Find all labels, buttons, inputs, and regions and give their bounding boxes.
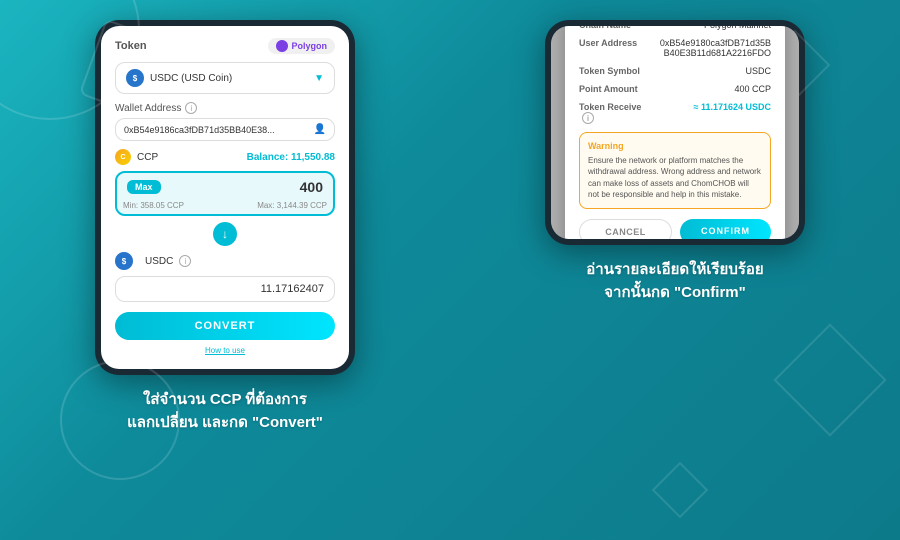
right-panel: Token Polygon $ USDC (USD Coin) ▼ — [450, 0, 900, 434]
usdc-output-box: 11.17162407 — [115, 276, 335, 302]
arrow-down-icon: ↓ — [213, 222, 237, 246]
polygon-icon — [276, 40, 288, 52]
warning-text: Ensure the network or platform matches t… — [588, 155, 762, 200]
amount-input-row: Max 400 — [117, 173, 333, 201]
chain-name-val: Polygon Mainnet — [656, 26, 771, 30]
polygon-label: Polygon — [292, 41, 328, 51]
bg-diamond-3 — [652, 462, 709, 519]
token-row: Token Polygon — [115, 38, 335, 54]
point-amount-row: Point Amount 400 CCP — [579, 84, 771, 94]
convert-button[interactable]: CONVERT — [115, 312, 335, 340]
usdc-info-icon: i — [179, 255, 191, 267]
amount-value: 400 — [171, 179, 323, 195]
token-receive-row: Token Receive i ≈ 11.171624 USDC — [579, 102, 771, 124]
left-panel: Token Polygon $ USDC (USD Coin) ▼ — [0, 0, 450, 434]
token-select-name: USDC (USD Coin) — [150, 73, 314, 84]
ccp-balance: Balance: 11,550.88 — [247, 152, 335, 163]
left-phone-mockup: Token Polygon $ USDC (USD Coin) ▼ — [95, 20, 355, 375]
main-layout: Token Polygon $ USDC (USD Coin) ▼ — [0, 0, 900, 434]
ccp-balance-row: C CCP Balance: 11,550.88 — [115, 149, 335, 165]
right-caption-text: อ่านรายละเอียดให้เรียบร้อย จากนั้นกด "Co… — [586, 259, 763, 304]
polygon-badge: Polygon — [268, 38, 336, 54]
user-address-val: 0xB54e9180ca3fDB71d35BB40E3B11d681A2216F… — [656, 38, 771, 58]
user-address-row: User Address 0xB54e9180ca3fDB71d35BB40E3… — [579, 38, 771, 58]
wallet-info-icon: i — [185, 102, 197, 114]
dialog-buttons: CANCEL CONFIRM — [579, 219, 771, 239]
chain-name-key: Chain Name — [579, 26, 656, 30]
token-symbol-val: USDC — [656, 66, 771, 76]
point-amount-key: Point Amount — [579, 84, 656, 94]
token-receive-info-icon: i — [582, 112, 594, 124]
usdc-output-label: USDC — [145, 256, 173, 267]
user-address-key: User Address — [579, 38, 656, 58]
confirm-overlay: Chain Name Polygon Mainnet User Address … — [551, 26, 799, 239]
ccp-label: CCP — [137, 152, 158, 163]
wallet-address-value: 0xB54e9186ca3fDB71d35BB40E38... — [124, 125, 314, 135]
right-phone-mockup: Token Polygon $ USDC (USD Coin) ▼ — [545, 20, 805, 245]
ccp-icon: C — [115, 149, 131, 165]
usdc-section: $ USDC i — [115, 252, 335, 270]
max-badge[interactable]: Max — [127, 180, 161, 194]
right-caption: อ่านรายละเอียดให้เรียบร้อย จากนั้นกด "Co… — [586, 259, 763, 304]
left-phone-content: Token Polygon $ USDC (USD Coin) ▼ — [101, 26, 349, 369]
usdc-output-value: 11.17162407 — [126, 283, 324, 295]
wallet-copy-icon: 👤 — [314, 124, 326, 135]
min-max-row: Min: 358.05 CCP Max: 3,144.39 CCP — [117, 201, 333, 214]
confirm-dialog: Chain Name Polygon Mainnet User Address … — [565, 26, 785, 239]
left-caption-text: ใส่จำนวน CCP ที่ต้องการ แลกเปลี่ยน และกด… — [127, 389, 323, 434]
right-phone-content: Token Polygon $ USDC (USD Coin) ▼ — [551, 26, 799, 239]
wallet-address-label: Wallet Address i — [115, 102, 335, 114]
confirm-button[interactable]: CONFIRM — [680, 219, 771, 239]
how-to-use-left[interactable]: How to use — [115, 346, 335, 355]
min-label: Min: 358.05 CCP — [123, 201, 184, 210]
token-receive-key: Token Receive i — [579, 102, 656, 124]
amount-input-container[interactable]: Max 400 Min: 358.05 CCP Max: 3,144.39 CC… — [115, 171, 335, 216]
arrow-down-section: ↓ — [115, 222, 335, 246]
max-range-label: Max: 3,144.39 CCP — [257, 201, 327, 210]
right-phone-inner: Token Polygon $ USDC (USD Coin) ▼ — [551, 26, 799, 239]
token-receive-val: ≈ 11.171624 USDC — [656, 102, 771, 124]
warning-box: Warning Ensure the network or platform m… — [579, 132, 771, 209]
cancel-button[interactable]: CANCEL — [579, 219, 672, 239]
token-symbol-row: Token Symbol USDC — [579, 66, 771, 76]
token-symbol-key: Token Symbol — [579, 66, 656, 76]
wallet-input-row[interactable]: 0xB54e9186ca3fDB71d35BB40E38... 👤 — [115, 118, 335, 141]
chain-name-row: Chain Name Polygon Mainnet — [579, 26, 771, 30]
left-phone-inner: Token Polygon $ USDC (USD Coin) ▼ — [101, 26, 349, 369]
usdc-icon: $ — [115, 252, 133, 270]
left-caption: ใส่จำนวน CCP ที่ต้องการ แลกเปลี่ยน และกด… — [127, 389, 323, 434]
token-select[interactable]: $ USDC (USD Coin) ▼ — [115, 62, 335, 94]
usdc-select-icon: $ — [126, 69, 144, 87]
dropdown-arrow-icon: ▼ — [314, 73, 324, 84]
point-amount-val: 400 CCP — [656, 84, 771, 94]
warning-title: Warning — [588, 141, 762, 151]
token-label: Token — [115, 40, 147, 52]
